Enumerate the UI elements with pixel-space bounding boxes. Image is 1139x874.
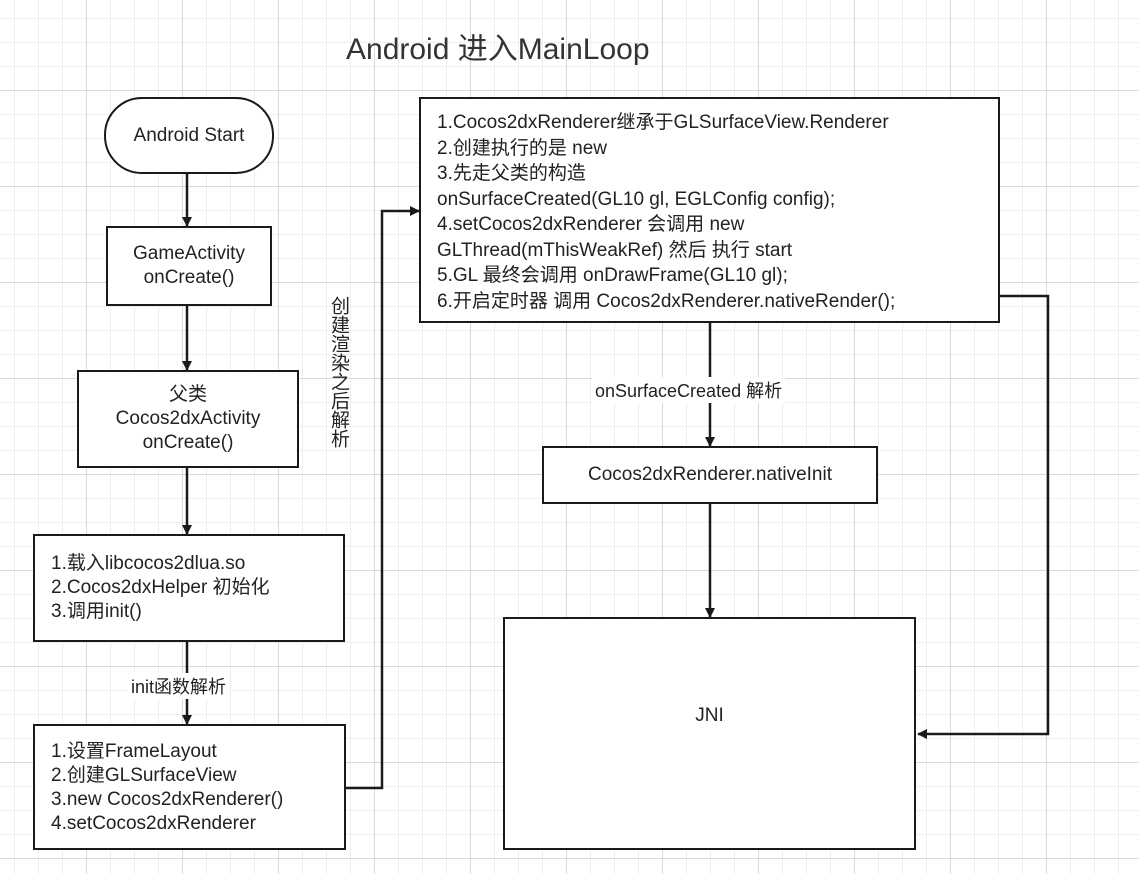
jni-label: JNI bbox=[695, 704, 724, 726]
game-activity-node: GameActivity onCreate() bbox=[106, 226, 272, 306]
node-line: 1.载入libcocos2dlua.so bbox=[51, 553, 246, 574]
node-line: 6.开启定时器 调用 Cocos2dxRenderer.nativeRender… bbox=[437, 290, 896, 312]
node-line: onSurfaceCreated(GL10 gl, EGLConfig conf… bbox=[437, 188, 836, 210]
node-line: 2.创建GLSurfaceView bbox=[51, 765, 237, 786]
after-render-parse-label: 创建渲染之后解析 bbox=[328, 296, 349, 448]
arrow-renderer-info-to-jni bbox=[917, 294, 1050, 739]
surface-created-parse-label: onSurfaceCreated 解析 bbox=[592, 377, 786, 403]
node-line: 3.new Cocos2dxRenderer() bbox=[51, 789, 284, 810]
node-line: 3.先走父类的构造 bbox=[437, 163, 586, 184]
node-line: 4.setCocos2dxRenderer bbox=[51, 813, 256, 834]
native-init-label: Cocos2dxRenderer.nativeInit bbox=[588, 464, 832, 485]
start-node-label: Android Start bbox=[133, 124, 245, 146]
renderer-info-node: 1.Cocos2dxRenderer继承于GLSurfaceView.Rende… bbox=[419, 97, 1000, 323]
parent-activity-node: 父类 Cocos2dxActivity onCreate() bbox=[77, 370, 299, 468]
node-line: onCreate() bbox=[142, 432, 234, 453]
node-line: GameActivity bbox=[133, 243, 245, 264]
node-line: 父类 bbox=[168, 384, 207, 405]
node-line: 5.GL 最终会调用 onDrawFrame(GL10 gl); bbox=[437, 265, 788, 286]
start-node: Android Start bbox=[104, 97, 274, 174]
node-line: onCreate() bbox=[143, 267, 235, 288]
node-line: 1.Cocos2dxRenderer继承于GLSurfaceView.Rende… bbox=[437, 112, 889, 133]
arrow-init-detail-to-renderer-info bbox=[346, 206, 420, 790]
node-line: 3.调用init() bbox=[51, 601, 142, 622]
init-detail-node: 1.设置FrameLayout 2.创建GLSurfaceView 3.new … bbox=[33, 724, 346, 850]
diagram-title: Android 进入MainLoop bbox=[346, 33, 650, 66]
node-line: 2.创建执行的是 new bbox=[437, 137, 607, 159]
node-line: 4.setCocos2dxRenderer 会调用 new bbox=[437, 214, 745, 235]
jni-node: JNI bbox=[503, 617, 916, 850]
node-line: 1.设置FrameLayout bbox=[51, 741, 217, 762]
node-line: GLThread(mThisWeakRef) 然后 执行 start bbox=[437, 239, 793, 261]
init-steps-node: 1.载入libcocos2dlua.so 2.Cocos2dxHelper 初始… bbox=[33, 534, 345, 642]
node-line: Cocos2dxActivity bbox=[115, 408, 261, 429]
init-parse-label: init函数解析 bbox=[128, 673, 230, 699]
node-line: 2.Cocos2dxHelper 初始化 bbox=[51, 577, 270, 598]
native-init-node: Cocos2dxRenderer.nativeInit bbox=[542, 446, 878, 504]
